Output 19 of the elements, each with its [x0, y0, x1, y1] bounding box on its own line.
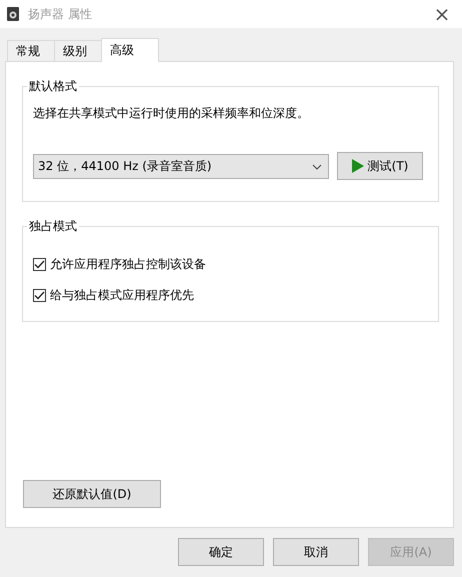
checkbox-option[interactable]: 允许应用程序独占控制该设备 [33, 249, 428, 280]
checkmark-icon [34, 260, 45, 269]
speaker-icon [6, 6, 20, 22]
play-icon [352, 159, 364, 173]
close-button[interactable]: × [422, 0, 462, 28]
dialog-button[interactable]: 取消 [273, 538, 359, 566]
tab[interactable]: 高级 [101, 38, 159, 62]
group-title: 默认格式 [28, 78, 78, 95]
dialog-button[interactable]: 确定 [178, 538, 264, 566]
checkmark-icon [34, 291, 45, 300]
group-title: 独占模式 [28, 218, 78, 235]
format-dropdown[interactable]: 32 位，44100 Hz (录音室音质) [33, 154, 329, 179]
window-title: 扬声器 属性 [28, 6, 92, 22]
tab[interactable]: 常规 [7, 40, 55, 61]
description-text: 选择在共享模式中运行时使用的采样频率和位深度。 [33, 105, 310, 122]
test-button[interactable]: 测试(T) [337, 152, 423, 180]
checkbox-option[interactable]: 给与独占模式应用程序优先 [33, 280, 428, 311]
restore-defaults-button[interactable]: 还原默认值(D) [23, 480, 161, 508]
chevron-down-icon [312, 164, 322, 170]
